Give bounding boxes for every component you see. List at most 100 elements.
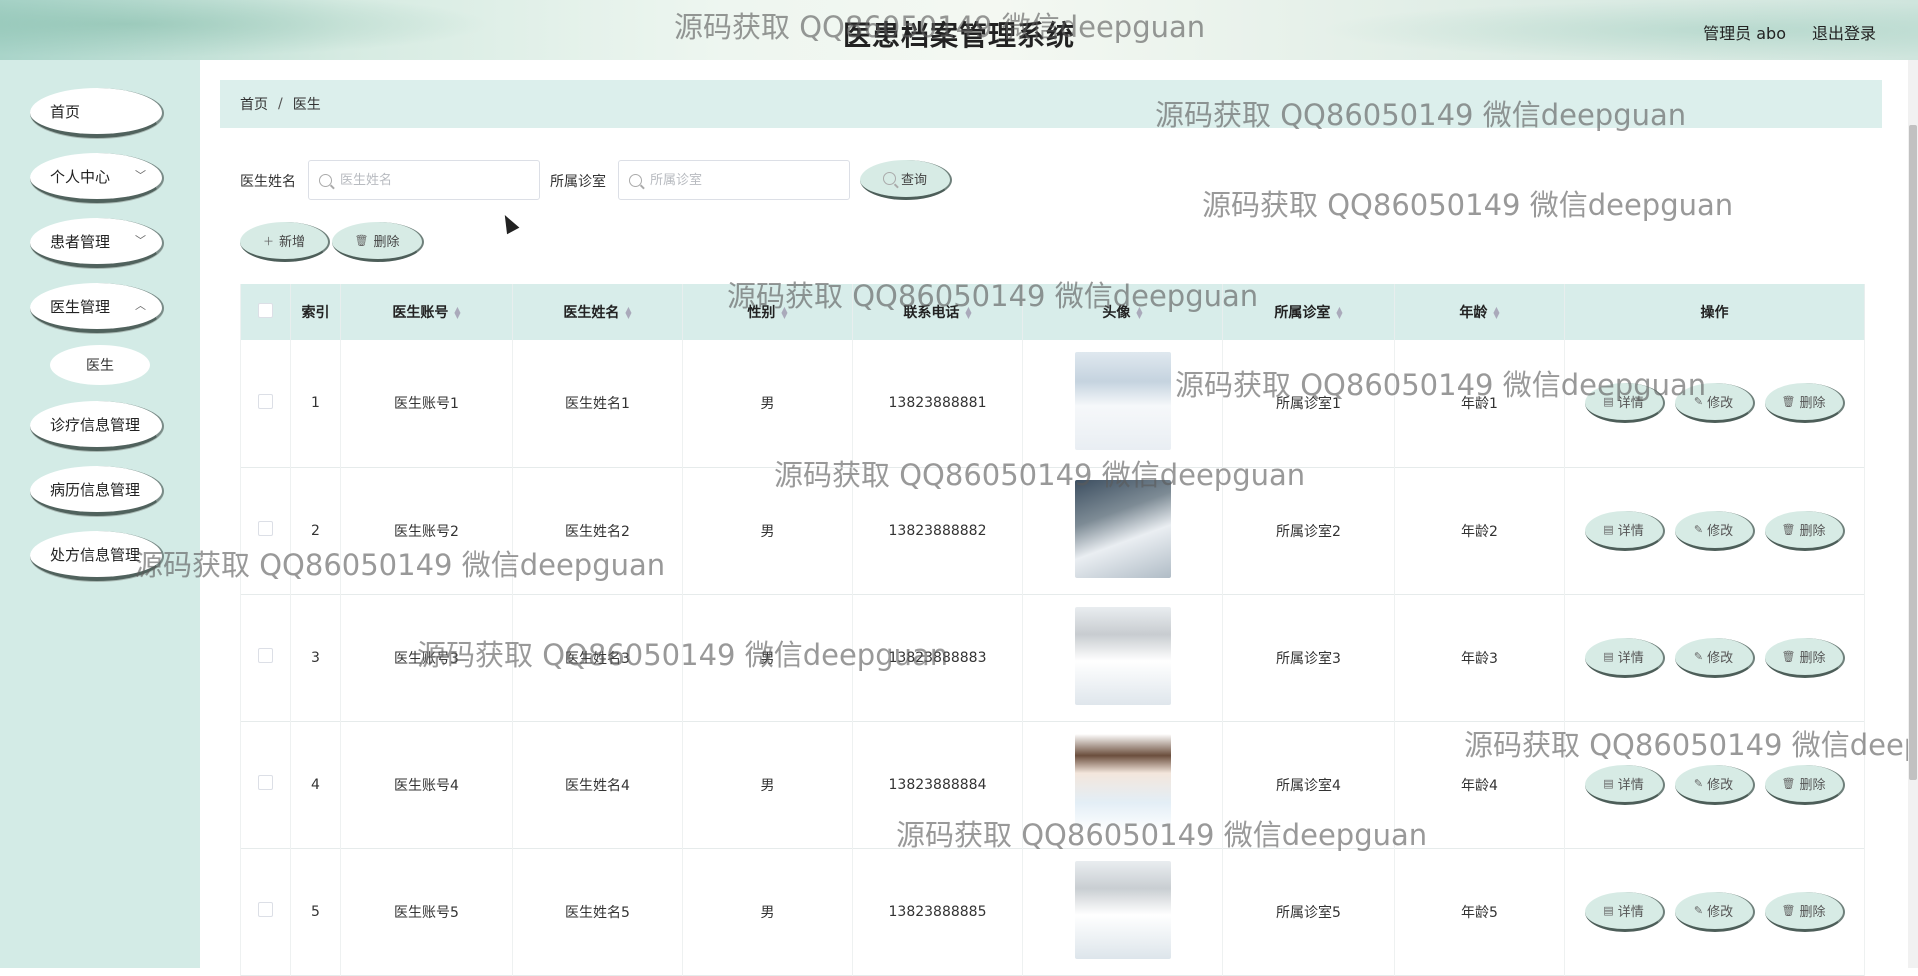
search-icon <box>319 173 332 187</box>
sidebar-item-label: 诊疗信息管理 <box>50 415 141 434</box>
sidebar-subitem-doctor[interactable]: 医生 <box>50 345 150 385</box>
column-header-age[interactable]: 年龄 ▲ ▼ <box>1394 284 1565 340</box>
sort-icon[interactable]: ▲ ▼ <box>625 306 631 320</box>
select-all-checkbox[interactable] <box>258 302 273 318</box>
row-checkbox[interactable] <box>258 902 273 917</box>
row-select-cell <box>240 594 291 721</box>
delete-button-label: 删除 <box>1799 396 1826 412</box>
cell-name: 医生姓名4 <box>512 721 683 848</box>
sort-icon[interactable]: ▲ ▼ <box>781 306 787 320</box>
detail-button[interactable]: ▤ 详情 <box>1584 510 1665 551</box>
table-row: 1 医生账号1 医生姓名1 男 13823888881 所属诊室1 年龄1 ▤ 详… <box>240 340 1865 467</box>
sort-icon[interactable]: ▲ ▼ <box>454 306 460 320</box>
cell-room: 所属诊室3 <box>1222 594 1395 721</box>
cell-account: 医生账号3 <box>340 594 513 721</box>
doctor-avatar-image <box>1074 479 1171 578</box>
cell-room: 所属诊室2 <box>1222 467 1395 594</box>
column-header-phone[interactable]: 联系电话 ▲ ▼ <box>852 284 1023 340</box>
delete-button[interactable]: 🗑 删除 <box>1764 891 1845 932</box>
query-button-label: 查询 <box>900 173 927 188</box>
sidebar-item-diagnosis-info[interactable]: 诊疗信息管理 <box>30 401 164 451</box>
cell-gender: 男 <box>682 467 853 594</box>
add-button[interactable]: ＋ 新增 <box>240 222 330 262</box>
column-header-account[interactable]: 医生账号 ▲ ▼ <box>340 284 513 340</box>
edit-button-label: 修改 <box>1707 523 1734 539</box>
detail-button-label: 详情 <box>1617 523 1644 539</box>
row-checkbox[interactable] <box>258 521 273 536</box>
cell-actions: ▤ 详情 ✎ 修改 🗑 删除 <box>1564 467 1865 594</box>
batch-delete-button[interactable]: 🗑 删除 <box>332 222 424 262</box>
sidebar-item-label: 处方信息管理 <box>50 545 141 564</box>
sidebar-item-doctor-management[interactable]: 医生管理 ︿ <box>30 283 164 333</box>
detail-button[interactable]: ▤ 详情 <box>1584 764 1665 805</box>
row-checkbox[interactable] <box>258 393 273 409</box>
watermark-text: 源码获取 QQ86050149 微信deepguan <box>1202 188 1734 222</box>
cell-room: 所属诊室1 <box>1222 340 1395 467</box>
row-select-cell <box>240 721 291 848</box>
row-checkbox[interactable] <box>258 648 273 663</box>
row-checkbox[interactable] <box>258 775 273 790</box>
detail-button[interactable]: ▤ 详情 <box>1584 383 1665 424</box>
delete-button[interactable]: 🗑 删除 <box>1764 637 1845 678</box>
scrollbar-thumb[interactable] <box>1909 125 1917 780</box>
column-header-actions: 操作 <box>1564 284 1865 340</box>
sort-icon[interactable]: ▲ ▼ <box>965 306 971 320</box>
sort-icon[interactable]: ▲ ▼ <box>1493 306 1499 320</box>
row-select-cell <box>240 848 291 975</box>
delete-button[interactable]: 🗑 删除 <box>1764 510 1845 551</box>
edit-button[interactable]: ✎ 修改 <box>1674 637 1755 678</box>
column-header-name[interactable]: 医生姓名 ▲ ▼ <box>512 284 683 340</box>
sidebar-item-prescription[interactable]: 处方信息管理 <box>30 531 164 581</box>
edit-button[interactable]: ✎ 修改 <box>1674 383 1755 424</box>
sidebar-item-label: 患者管理 <box>50 232 111 251</box>
query-button[interactable]: 查询 <box>860 160 952 200</box>
doctor-table: 索引 医生账号 ▲ ▼ 医生姓名 ▲ ▼ 性别 ▲ ▼ 联系电话 ▲ ▼ 头像 ▲ ▼ 所属诊室 ▲ ▼… <box>240 284 1865 976</box>
logout-link[interactable]: 退出登录 <box>1812 20 1876 44</box>
sidebar-item-label: 医生管理 <box>50 297 111 316</box>
sidebar-item-patient-management[interactable]: 患者管理 ﹀ <box>30 218 164 268</box>
edit-button-label: 修改 <box>1707 777 1734 793</box>
search-icon <box>629 173 642 187</box>
pencil-icon: ✎ <box>1693 395 1704 409</box>
cell-index: 5 <box>290 848 341 975</box>
search-icon <box>882 172 896 185</box>
column-header-avatar[interactable]: 头像 ▲ ▼ <box>1022 284 1223 340</box>
cell-index: 1 <box>290 340 341 467</box>
sidebar-item-label: 首页 <box>50 102 81 121</box>
clinic-room-input[interactable] <box>648 171 842 189</box>
cell-phone: 13823888884 <box>852 721 1023 848</box>
edit-button[interactable]: ✎ 修改 <box>1674 764 1755 805</box>
trash-icon: 🗑 <box>1781 649 1796 663</box>
cell-account: 医生账号4 <box>340 721 513 848</box>
delete-button[interactable]: 🗑 删除 <box>1764 764 1845 805</box>
cell-actions: ▤ 详情 ✎ 修改 🗑 删除 <box>1564 721 1865 848</box>
sort-icon[interactable]: ▲ ▼ <box>1136 306 1142 320</box>
sidebar-item-medical-record[interactable]: 病历信息管理 <box>30 466 164 516</box>
cell-gender: 男 <box>682 848 853 975</box>
column-header-gender[interactable]: 性别 ▲ ▼ <box>682 284 853 340</box>
cell-age: 年龄1 <box>1394 340 1565 467</box>
edit-button[interactable]: ✎ 修改 <box>1674 891 1755 932</box>
doctor-name-input[interactable] <box>338 171 532 189</box>
table-header-row: 索引 医生账号 ▲ ▼ 医生姓名 ▲ ▼ 性别 ▲ ▼ 联系电话 ▲ ▼ 头像 ▲ ▼ 所属诊室 ▲ ▼… <box>240 284 1865 340</box>
cell-avatar <box>1022 467 1223 594</box>
detail-button[interactable]: ▤ 详情 <box>1584 891 1665 932</box>
doctor-avatar-image <box>1074 860 1171 959</box>
edit-button[interactable]: ✎ 修改 <box>1674 510 1755 551</box>
delete-button[interactable]: 🗑 删除 <box>1764 383 1845 424</box>
cell-phone: 13823888882 <box>852 467 1023 594</box>
column-header-label: 联系电话 <box>903 305 960 321</box>
breadcrumb-home[interactable]: 首页 <box>240 94 268 114</box>
plus-icon: ＋ <box>262 234 274 248</box>
sidebar-item-personal-center[interactable]: 个人中心 ﹀ <box>30 153 164 203</box>
vertical-scrollbar[interactable] <box>1908 60 1918 968</box>
sidebar-item-home[interactable]: 首页 <box>30 88 164 138</box>
detail-button[interactable]: ▤ 详情 <box>1584 637 1665 678</box>
trash-icon: 🗑 <box>1781 522 1796 536</box>
sidebar-item-label: 病历信息管理 <box>50 480 141 499</box>
cell-age: 年龄5 <box>1394 848 1565 975</box>
current-user[interactable]: 管理员 abo <box>1703 20 1786 44</box>
column-header-room[interactable]: 所属诊室 ▲ ▼ <box>1222 284 1395 340</box>
add-button-label: 新增 <box>278 235 305 250</box>
sort-icon[interactable]: ▲ ▼ <box>1336 306 1342 320</box>
